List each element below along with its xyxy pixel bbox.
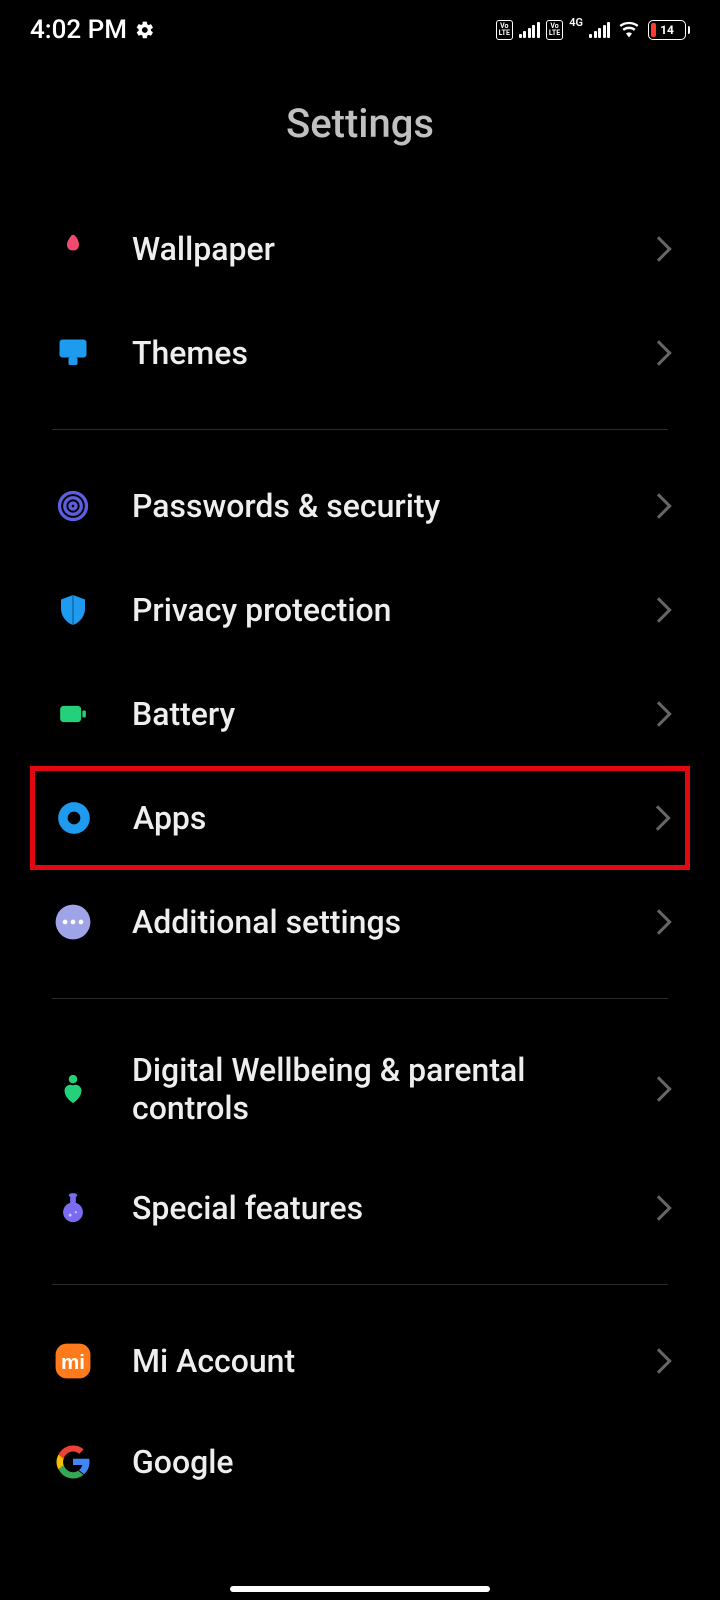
row-apps[interactable]: Apps bbox=[30, 766, 690, 870]
status-left: 4:02 PM bbox=[30, 15, 155, 45]
row-battery[interactable]: Battery bbox=[0, 662, 720, 766]
row-label: Special features bbox=[132, 1189, 650, 1227]
chevron-right-icon bbox=[646, 1195, 671, 1220]
themes-icon bbox=[52, 332, 94, 374]
google-icon bbox=[52, 1441, 94, 1483]
row-passwords[interactable]: Passwords & security bbox=[0, 454, 720, 558]
row-label: Wallpaper bbox=[132, 230, 650, 268]
chevron-right-icon bbox=[646, 1348, 671, 1373]
status-right: VoLTE VoLTE 4G 14 bbox=[496, 20, 690, 40]
settings-list: Wallpaper Themes Passwords & security Pr… bbox=[0, 197, 720, 1483]
row-label: Digital Wellbeing & parental controls bbox=[132, 1051, 650, 1128]
status-bar: 4:02 PM VoLTE VoLTE 4G 14 bbox=[0, 0, 720, 60]
row-privacy[interactable]: Privacy protection bbox=[0, 558, 720, 662]
chevron-right-icon bbox=[646, 340, 671, 365]
wallpaper-icon bbox=[52, 228, 94, 270]
divider bbox=[52, 998, 668, 999]
chevron-right-icon bbox=[646, 236, 671, 261]
clock: 4:02 PM bbox=[30, 15, 127, 45]
row-wellbeing[interactable]: Digital Wellbeing & parental controls bbox=[0, 1023, 720, 1156]
row-themes[interactable]: Themes bbox=[0, 301, 720, 405]
shield-icon bbox=[52, 589, 94, 631]
volte-badge-1: VoLTE bbox=[496, 20, 513, 40]
fingerprint-icon bbox=[52, 485, 94, 527]
chevron-right-icon bbox=[646, 493, 671, 518]
row-label: Additional settings bbox=[132, 903, 650, 941]
row-label: Google bbox=[132, 1443, 668, 1481]
chevron-right-icon bbox=[646, 909, 671, 934]
divider bbox=[52, 429, 668, 430]
row-label: Mi Account bbox=[132, 1342, 650, 1380]
signal-bars-1 bbox=[519, 22, 540, 38]
divider bbox=[52, 1284, 668, 1285]
volte-badge-2: VoLTE bbox=[546, 20, 563, 40]
svg-text:mi: mi bbox=[61, 1351, 85, 1374]
gear-icon bbox=[135, 20, 155, 40]
row-label: Passwords & security bbox=[132, 487, 650, 525]
chevron-right-icon bbox=[646, 1077, 671, 1102]
row-special[interactable]: Special features bbox=[0, 1156, 720, 1260]
row-label: Privacy protection bbox=[132, 591, 650, 629]
more-icon bbox=[52, 901, 94, 943]
network-label: 4G bbox=[569, 16, 583, 29]
row-wallpaper[interactable]: Wallpaper bbox=[0, 197, 720, 301]
battery-indicator: 14 bbox=[648, 20, 690, 40]
row-miaccount[interactable]: mi Mi Account bbox=[0, 1309, 720, 1413]
wellbeing-icon bbox=[52, 1068, 94, 1110]
chevron-right-icon bbox=[645, 805, 670, 830]
chevron-right-icon bbox=[646, 597, 671, 622]
row-label: Apps bbox=[133, 799, 649, 837]
wifi-icon bbox=[616, 20, 642, 40]
flask-icon bbox=[52, 1187, 94, 1229]
signal-bars-2 bbox=[589, 22, 610, 38]
battery-percent: 14 bbox=[660, 23, 674, 37]
mi-icon: mi bbox=[52, 1340, 94, 1382]
chevron-right-icon bbox=[646, 701, 671, 726]
row-label: Battery bbox=[132, 695, 650, 733]
battery-icon bbox=[52, 693, 94, 735]
apps-gear-icon bbox=[53, 797, 95, 839]
row-google[interactable]: Google bbox=[0, 1413, 720, 1483]
row-label: Themes bbox=[132, 334, 650, 372]
page-title: Settings bbox=[0, 60, 720, 197]
home-indicator[interactable] bbox=[230, 1586, 490, 1592]
row-additional[interactable]: Additional settings bbox=[0, 870, 720, 974]
